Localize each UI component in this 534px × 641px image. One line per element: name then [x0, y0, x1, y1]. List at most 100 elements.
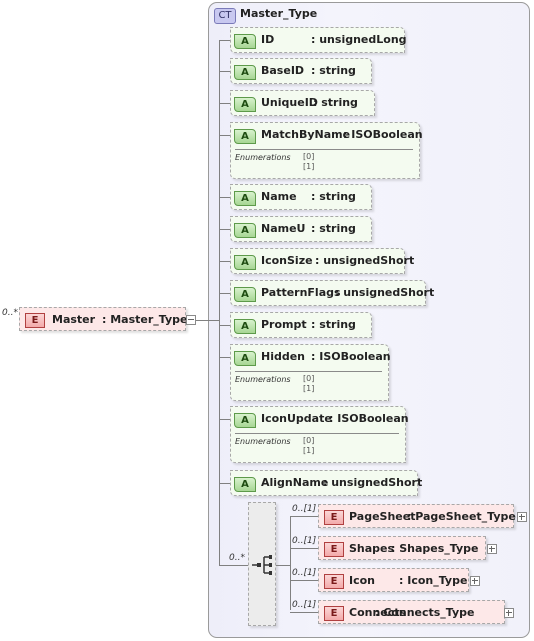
enum-value: [1]	[303, 384, 315, 393]
child-element-name: Icon	[349, 574, 376, 587]
attribute-matchbyname[interactable]: A MatchByName: ISOBoolean Enumerations [0][…	[230, 122, 423, 179]
complex-type-name: Master_Type	[240, 7, 318, 20]
child-element-type: : Shapes_Type	[391, 542, 479, 555]
attribute-badge: A	[234, 191, 256, 206]
attribute-spine-line	[219, 40, 220, 566]
attribute-name: NameU	[261, 222, 306, 235]
attribute-badge: A	[234, 287, 256, 302]
attribute-badge: A	[234, 65, 256, 80]
child-cardinality: 0..[1]	[292, 504, 317, 514]
enumerations-label: Enumerations	[235, 153, 291, 162]
attribute-name: MatchByName	[261, 128, 351, 141]
child-element-type: : Icon_Type	[399, 574, 468, 587]
attribute-type: : ISOBoolean	[311, 350, 391, 363]
enum-value: [0]	[303, 374, 315, 383]
attribute-badge: A	[234, 477, 256, 492]
attribute-badge: A	[234, 319, 256, 334]
attribute-iconsize[interactable]: A IconSize: unsignedShort	[230, 248, 414, 274]
sequence-cardinality: 0..*	[229, 553, 245, 563]
attribute-id[interactable]: A ID : unsignedLong	[230, 27, 407, 53]
enum-divider	[235, 149, 413, 150]
attribute-type: : string	[311, 222, 356, 235]
child-spine-line	[290, 516, 291, 610]
attribute-type: : unsignedLong	[311, 33, 407, 46]
child-element-connects[interactable]: E Connects: Connects_Type	[318, 600, 505, 624]
attribute-badge: A	[234, 413, 256, 428]
attribute-prompt[interactable]: A Prompt : string	[230, 312, 372, 338]
attribute-type: : string	[311, 318, 356, 331]
attribute-patternflags[interactable]: A PatternFlags: unsignedShort	[230, 280, 434, 306]
expand-icon[interactable]	[504, 608, 514, 618]
attribute-name: Hidden	[261, 350, 306, 363]
root-element-name: Master	[52, 313, 96, 326]
attribute-badge: A	[234, 34, 256, 49]
sequence-icon	[252, 555, 272, 575]
root-cardinality: 0..*	[2, 308, 18, 318]
attribute-baseid[interactable]: A BaseID: string	[230, 58, 372, 84]
attribute-name: IconSize	[261, 254, 313, 267]
attribute-type: : unsignedShort	[315, 254, 415, 267]
attribute-type: : string	[311, 190, 356, 203]
attribute-connector	[219, 325, 230, 326]
attribute-connector	[219, 71, 230, 72]
attribute-badge: A	[234, 129, 256, 144]
expand-icon[interactable]	[517, 512, 527, 522]
attribute-iconupdate[interactable]: A IconUpdate: ISOBoolean Enumerations [0] [1…	[230, 406, 409, 463]
attribute-connector	[219, 483, 230, 484]
attribute-type: : unsignedShort	[323, 476, 423, 489]
attribute-connector	[219, 261, 230, 262]
element-badge: E	[324, 574, 344, 589]
attribute-connector	[219, 197, 230, 198]
element-badge: E	[324, 542, 344, 557]
enum-divider	[235, 371, 382, 372]
child-element-name: PageSheet	[349, 510, 416, 523]
child-connector	[290, 516, 318, 517]
expand-icon[interactable]	[470, 576, 480, 586]
attribute-alignname[interactable]: A AlignName: unsignedShort	[230, 470, 422, 496]
child-connector	[290, 612, 318, 613]
attribute-type: : string	[313, 96, 358, 109]
child-element-type: : PageSheet_Type	[407, 510, 516, 523]
attribute-badge: A	[234, 97, 256, 112]
attribute-name: IconUpdate	[261, 412, 332, 425]
attribute-nameu[interactable]: A NameU : string	[230, 216, 372, 242]
element-badge: E	[324, 606, 344, 621]
attribute-uniqueid[interactable]: A UniqueID: string	[230, 90, 375, 116]
root-element-type: : Master_Type	[102, 313, 188, 326]
child-cardinality: 0..[1]	[292, 536, 317, 546]
element-badge: E	[25, 313, 45, 328]
attribute-name: AlignName	[261, 476, 329, 489]
child-element-name: Shapes	[349, 542, 395, 555]
enum-divider	[235, 433, 399, 434]
attribute-name: UniqueID	[261, 96, 318, 109]
root-element-master[interactable]: E Master : Master_Type	[19, 307, 188, 331]
attribute-type: : unsignedShort	[335, 286, 435, 299]
attribute-connector	[219, 293, 230, 294]
attribute-hidden[interactable]: A Hidden: ISOBoolean Enumerations [0] [1]	[230, 344, 391, 401]
attribute-connector	[219, 229, 230, 230]
attribute-name: ID	[261, 33, 275, 46]
enum-value: [0]	[303, 436, 315, 445]
complex-type-badge: CT	[214, 8, 236, 24]
sequence-compositor[interactable]	[248, 502, 276, 626]
attribute-name: BaseID	[261, 64, 305, 77]
attribute-connector	[219, 40, 230, 41]
attribute-connector	[219, 103, 230, 104]
enumerations-label: Enumerations	[235, 375, 291, 384]
child-element-pagesheet[interactable]: E PageSheet: PageSheet_Type	[318, 504, 516, 528]
attribute-name: Prompt	[261, 318, 307, 331]
enum-value: [1]	[303, 162, 315, 171]
child-element-shapes[interactable]: E Shapes: Shapes_Type	[318, 536, 486, 560]
child-cardinality: 0..[1]	[292, 600, 317, 610]
expand-icon[interactable]	[487, 544, 497, 554]
attribute-connector	[219, 357, 230, 358]
collapse-icon[interactable]	[186, 315, 196, 325]
enum-value: [1]	[303, 446, 315, 455]
attribute-name[interactable]: A Name : string	[230, 184, 372, 210]
child-element-icon[interactable]: E Icon : Icon_Type	[318, 568, 469, 592]
attribute-name: Name	[261, 190, 297, 203]
enum-value: [0]	[303, 152, 315, 161]
attribute-type: : ISOBoolean	[329, 412, 409, 425]
attribute-badge: A	[234, 223, 256, 238]
sequence-connector	[219, 565, 248, 566]
